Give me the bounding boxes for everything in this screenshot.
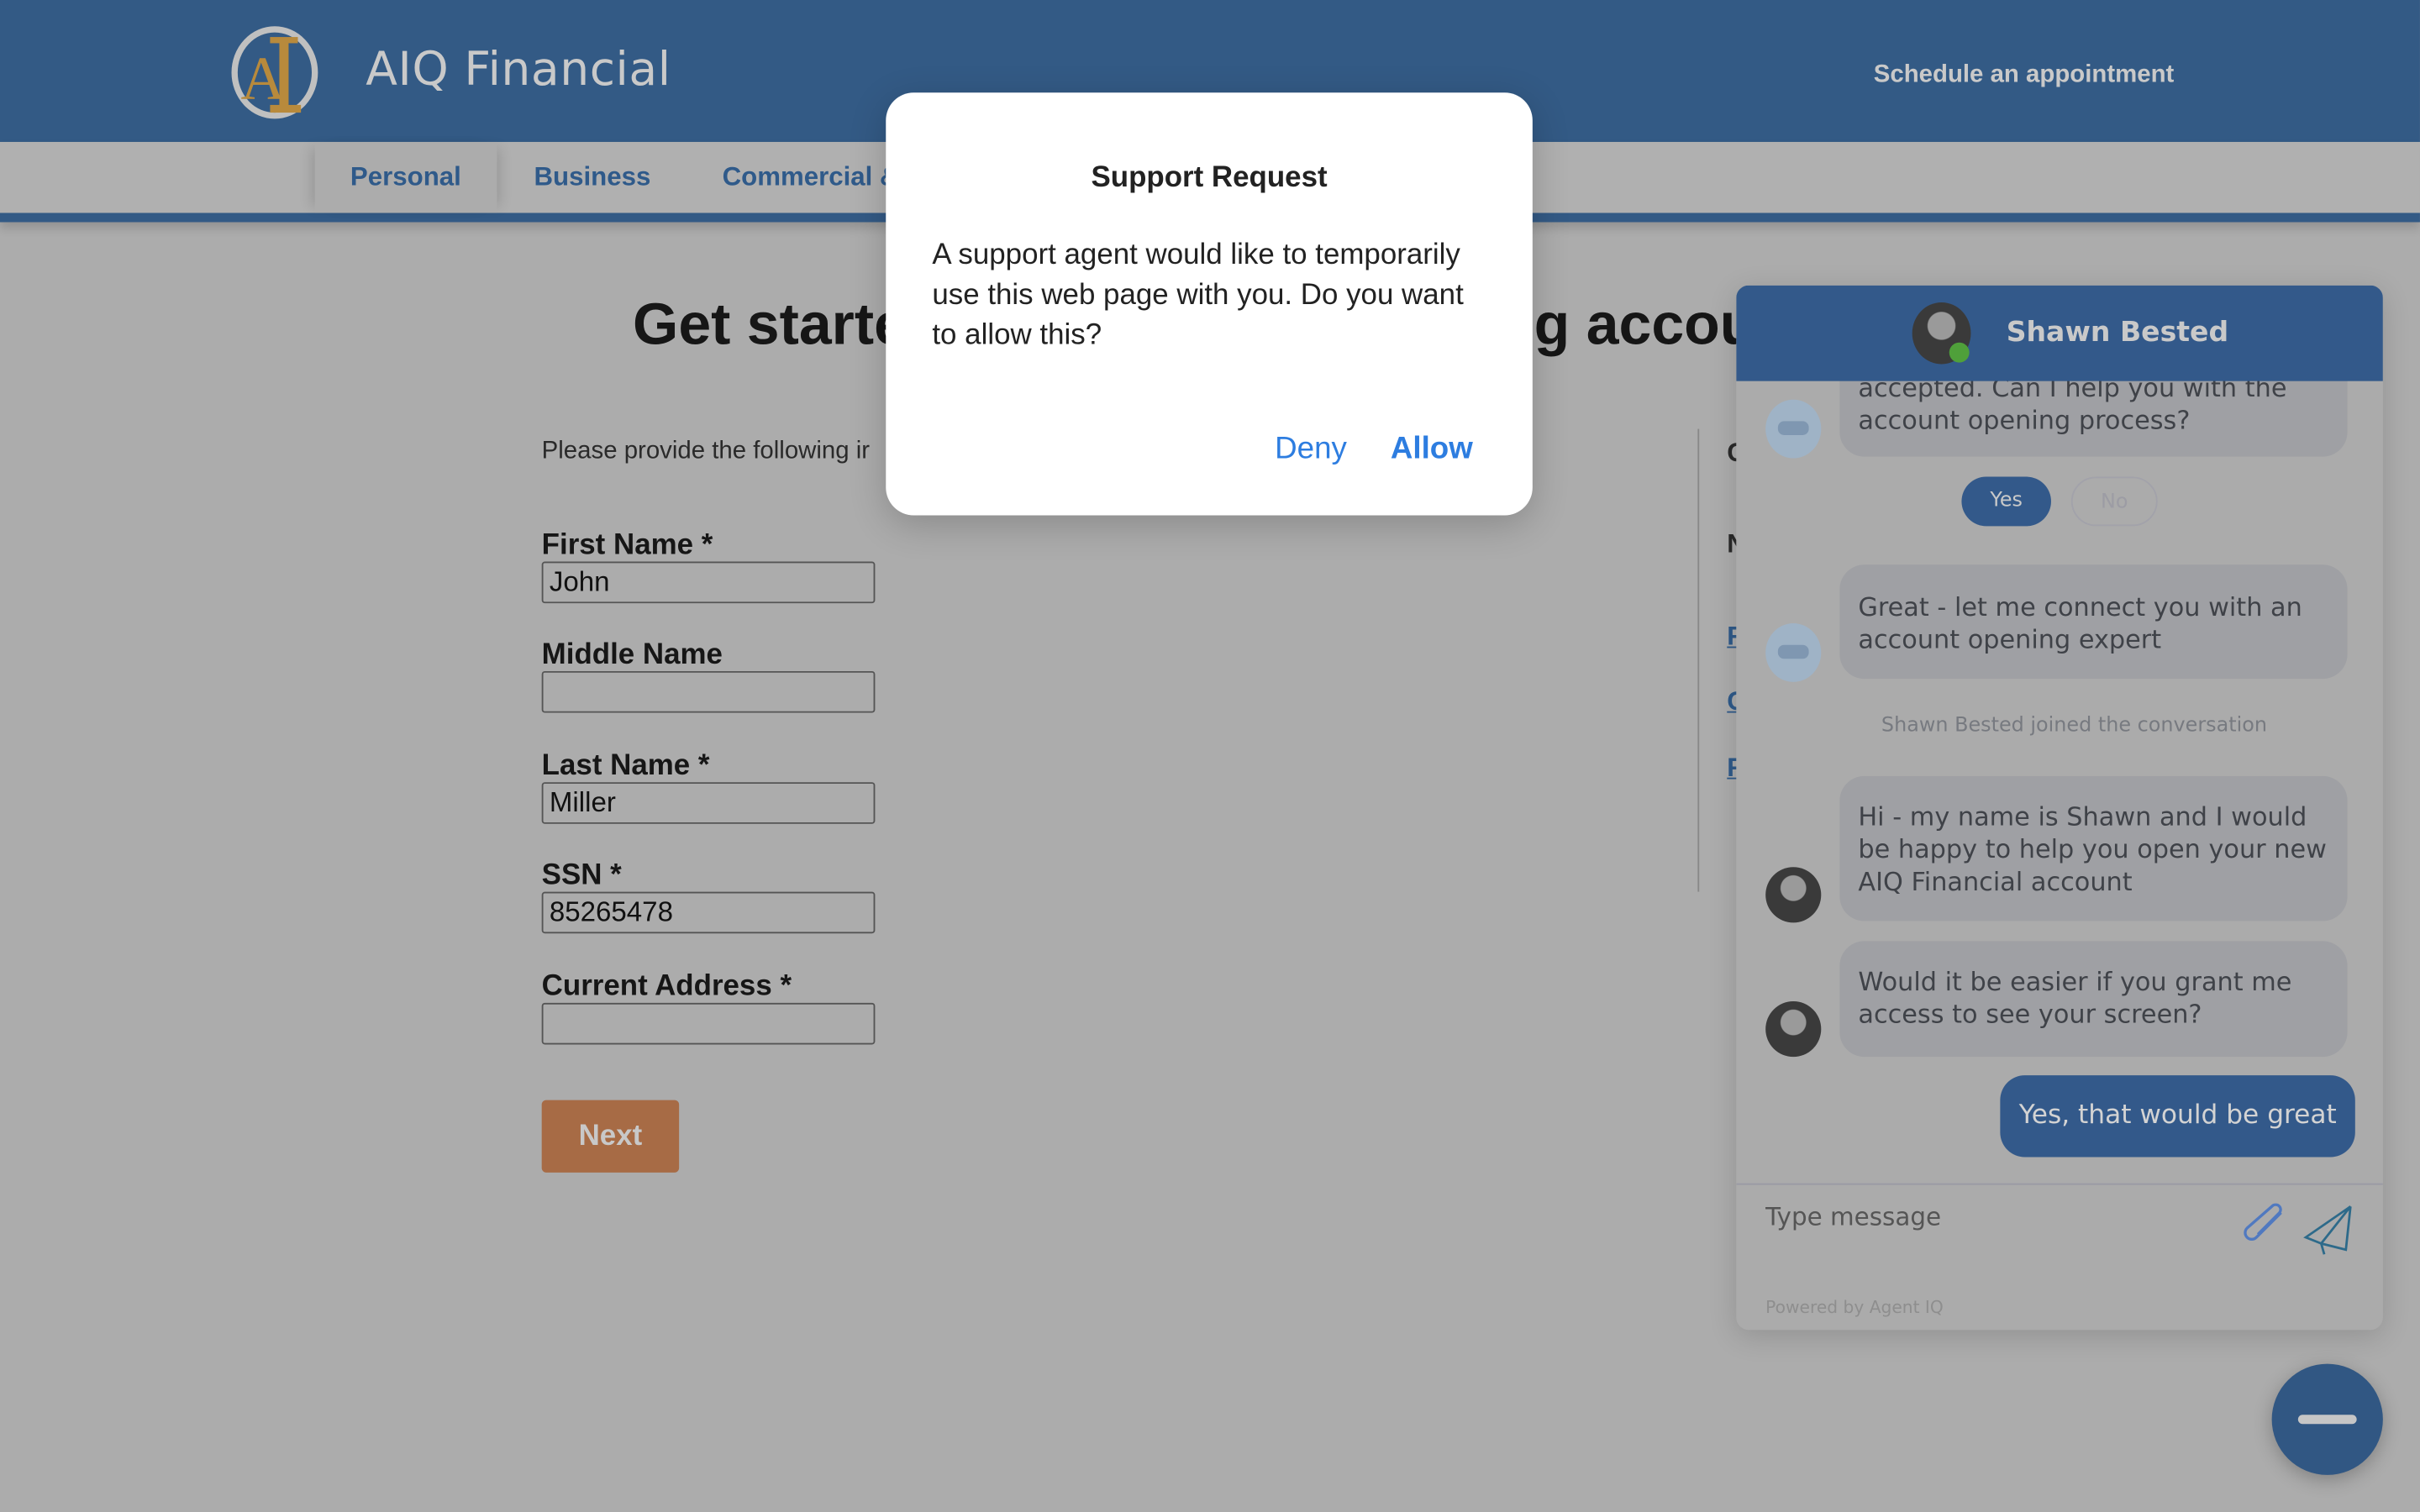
- intro-text: Please provide the following ir: [541, 438, 871, 465]
- agent-avatar: [1765, 1001, 1822, 1058]
- nav-business[interactable]: Business: [498, 142, 686, 213]
- allow-button[interactable]: Allow: [1391, 432, 1473, 467]
- schedule-appointment-link[interactable]: Schedule an appointment: [1874, 61, 2175, 89]
- middle-name-input[interactable]: [541, 670, 876, 713]
- support-request-dialog: Support Request A support agent would li…: [886, 92, 1533, 516]
- ssn-input[interactable]: 85265478: [541, 891, 876, 934]
- bot-avatar-icon: [1765, 623, 1822, 682]
- last-name-label: Last Name *: [541, 749, 710, 783]
- address-input[interactable]: [541, 1002, 876, 1045]
- minimize-chat-button[interactable]: [2271, 1363, 2383, 1475]
- agent-message: Would it be easier if you grant me acces…: [1839, 941, 2348, 1058]
- next-button[interactable]: Next: [541, 1100, 680, 1173]
- deny-button[interactable]: Deny: [1275, 432, 1347, 467]
- quick-reply-yes[interactable]: Yes: [1961, 476, 2051, 527]
- message-input[interactable]: Type message: [1765, 1202, 1941, 1231]
- dialog-body: A support agent would like to temporaril…: [932, 239, 1464, 352]
- quick-reply-no[interactable]: No: [2070, 476, 2158, 527]
- middle-name-label: Middle Name: [541, 638, 723, 671]
- powered-by: Powered by Agent IQ: [1765, 1297, 1944, 1318]
- address-label: Current Address *: [541, 970, 792, 1003]
- aiq-logo-icon: A: [231, 26, 318, 119]
- agent-message: Hi - my name is Shawn and I would be hap…: [1839, 775, 2348, 921]
- chat-header: Shawn Bested: [1736, 285, 2383, 381]
- agent-avatar: [1765, 867, 1822, 923]
- agent-name: Shawn Bested: [2006, 316, 2229, 349]
- input-divider: [1736, 1183, 2383, 1185]
- chat-widget: Shawn Bested accepted. Can I help you wi…: [1736, 285, 2383, 1331]
- first-name-label: First Name *: [541, 528, 713, 562]
- first-name-input[interactable]: John: [541, 561, 876, 604]
- svg-text:A: A: [241, 45, 286, 113]
- last-name-input[interactable]: Miller: [541, 782, 876, 824]
- system-message: Shawn Bested joined the conversation: [1881, 714, 2267, 738]
- user-message: Yes, that would be great: [2000, 1075, 2355, 1158]
- bot-message: Great - let me connect you with an accou…: [1839, 564, 2348, 680]
- ssn-label: SSN *: [541, 859, 622, 892]
- online-status-icon: [1949, 342, 1970, 363]
- bot-avatar-icon: [1765, 399, 1822, 459]
- send-icon[interactable]: [2302, 1204, 2354, 1256]
- page-title-left: Get starte: [633, 292, 907, 359]
- column-divider: [1697, 428, 1700, 892]
- page-title-right: g accou: [1534, 292, 1756, 359]
- nav-personal[interactable]: Personal: [314, 141, 497, 213]
- brand-name[interactable]: AIQ Financial: [366, 43, 671, 97]
- dialog-title: Support Request: [1091, 161, 1328, 195]
- paperclip-icon[interactable]: [2241, 1203, 2293, 1250]
